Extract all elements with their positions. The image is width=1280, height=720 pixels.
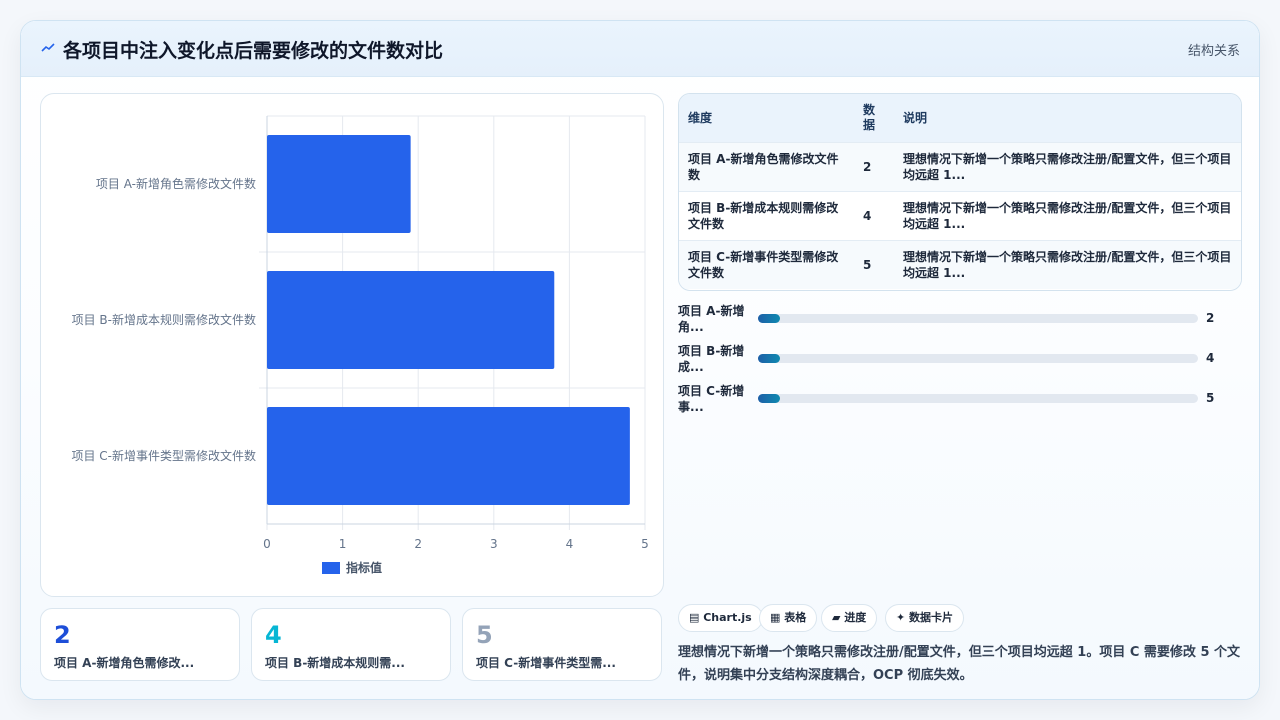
relation-label: 结构关系 <box>1187 44 1240 59</box>
progress-row-b: 项目 B-新增成... 4 <box>678 343 1238 383</box>
progress-track <box>758 354 1198 363</box>
table-row: 项目 B-新增成本规则需修改文件数 4 理想情况下新增一个策略只需修改注册/配置… <box>679 191 1241 240</box>
progress-row-c: 项目 C-新增事... 5 <box>678 383 1238 423</box>
cell-description: 理想情况下新增一个策略只需修改注册/配置文件，但三个项目均远超 1... <box>903 151 1232 182</box>
legend-label: 指标值 <box>346 560 382 575</box>
progress-track <box>758 314 1198 323</box>
data-table: 维度 数据 说明 项目 A-新增角色需修改文件数 2 理想情况下新增一个策略只需… <box>678 93 1242 291</box>
chip-progress[interactable]: ▰ 进度 <box>821 604 878 632</box>
x-tick-label: 1 <box>339 537 347 551</box>
y-tick-label: 项目 A-新增角色需修改文件数 <box>96 176 256 191</box>
cell-dimension: 项目 C-新增事件类型需修改文件数 <box>688 249 839 280</box>
progress-list: 项目 A-新增角... 2 项目 B-新增成... 4 项目 C-新增事... … <box>678 303 1238 423</box>
table-row: 项目 A-新增角色需修改文件数 2 理想情况下新增一个策略只需修改注册/配置文件… <box>679 142 1241 191</box>
kpi-label: 项目 C-新增事件类型需... <box>476 656 616 670</box>
page-title: 各项目中注入变化点后需要修改的文件数对比 <box>63 40 444 62</box>
chip-chartjs[interactable]: ▤ Chart.js <box>678 604 763 632</box>
chip-table[interactable]: ▦ 表格 <box>759 604 818 632</box>
chart-panel: 0 1 2 3 4 5 项目 A-新增角色需修改文件数项目 B-新增成本规则需修改文件数 项目… <box>40 93 664 597</box>
kpi-label: 项目 B-新增成本规则需... <box>265 656 405 670</box>
header-data: 数据 <box>863 102 876 132</box>
bar-chart: 0 1 2 3 4 5 项目 A-新增角色需修改文件数项目 B-新增成本规则需修改文件数项目… <box>71 115 649 575</box>
main-card: 各项目中注入变化点后需要修改的文件数对比 结构关系 0 1 2 3 4 5 项目 A-新增角… <box>20 20 1260 700</box>
header-dimension: 维度 <box>688 111 713 126</box>
cell-description: 理想情况下新增一个策略只需修改注册/配置文件，但三个项目均远超 1... <box>903 249 1232 280</box>
kpi-card-b: 4 项目 B-新增成本规则需... <box>251 608 451 681</box>
header: 各项目中注入变化点后需要修改的文件数对比 结构关系 <box>21 21 1259 77</box>
progress-label: 项目 C-新增事... <box>678 384 745 414</box>
y-tick-label: 项目 B-新增成本规则需修改文件数 <box>72 312 256 327</box>
cell-dimension: 项目 B-新增成本规则需修改文件数 <box>688 200 839 231</box>
progress-value: 4 <box>1206 351 1215 365</box>
progress-fill <box>758 314 780 323</box>
x-tick-label: 4 <box>566 537 574 551</box>
bar <box>267 407 630 505</box>
progress-value: 5 <box>1206 391 1215 405</box>
progress-value: 2 <box>1206 311 1215 325</box>
table-row: 项目 C-新增事件类型需修改文件数 5 理想情况下新增一个策略只需修改注册/配置… <box>679 240 1241 289</box>
x-tick-label: 0 <box>263 537 271 551</box>
progress-row-a: 项目 A-新增角... 2 <box>678 303 1238 343</box>
cell-value: 5 <box>863 257 872 272</box>
kpi-label: 项目 A-新增角色需修改... <box>54 656 195 670</box>
cell-value: 2 <box>863 159 872 174</box>
bar <box>267 135 411 233</box>
kpi-value: 5 <box>476 621 493 649</box>
cell-description: 理想情况下新增一个策略只需修改注册/配置文件，但三个项目均远超 1... <box>903 200 1232 231</box>
cell-value: 4 <box>863 208 872 223</box>
progress-label: 项目 B-新增成... <box>678 344 745 374</box>
kpi-card-a: 2 项目 A-新增角色需修改... <box>40 608 240 681</box>
table-header-row: 维度 数据 说明 <box>679 94 1241 142</box>
bar <box>267 271 555 369</box>
header-description: 说明 <box>903 111 928 126</box>
trend-icon <box>41 43 55 52</box>
x-tick-label: 3 <box>490 537 498 551</box>
legend-swatch <box>322 562 340 574</box>
x-tick-label: 5 <box>641 537 649 551</box>
progress-fill <box>758 394 780 403</box>
kpi-value: 4 <box>265 621 282 649</box>
y-tick-label: 项目 C-新增事件类型需修改文件数 <box>71 448 256 463</box>
progress-label: 项目 A-新增角... <box>678 304 745 334</box>
cell-dimension: 项目 A-新增角色需修改文件数 <box>688 151 839 182</box>
summary-text: 理想情况下新增一个策略只需修改注册/配置文件，但三个项目均远超 1。项目 C 需… <box>678 645 1241 683</box>
progress-track <box>758 394 1198 403</box>
chip-data-card[interactable]: ✦ 数据卡片 <box>885 604 965 632</box>
kpi-value: 2 <box>54 621 71 649</box>
x-tick-label: 2 <box>414 537 422 551</box>
progress-fill <box>758 354 780 363</box>
kpi-card-c: 5 项目 C-新增事件类型需... <box>462 608 662 681</box>
